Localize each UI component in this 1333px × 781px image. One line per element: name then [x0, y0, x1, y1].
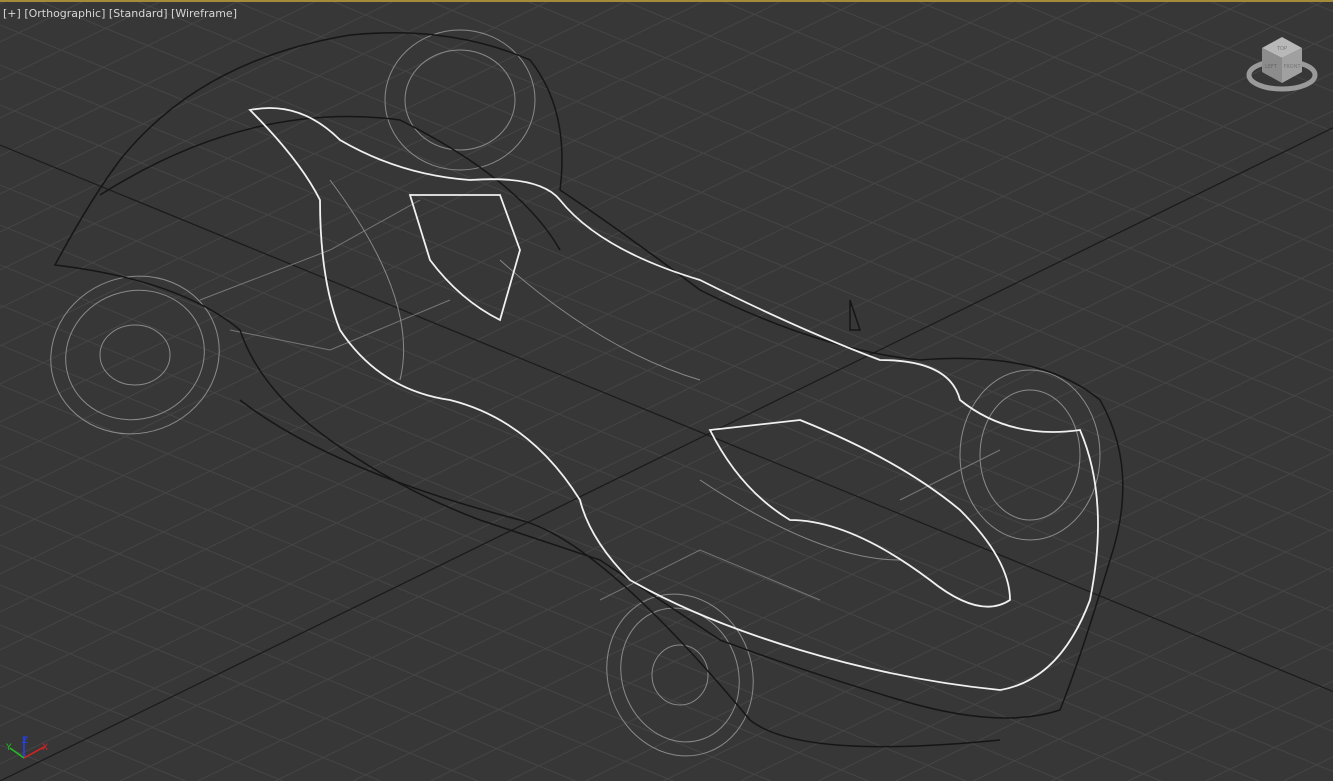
viewcube-front-label: FRONT	[1283, 64, 1301, 70]
car-wireframe-model[interactable]	[0, 0, 1333, 781]
viewport-display-mode-menu[interactable]: [Wireframe]	[171, 7, 237, 20]
viewcube-left-label: LEFT	[1265, 64, 1278, 70]
viewport-general-menu[interactable]: [+]	[3, 7, 21, 20]
front-left-wheel	[50, 275, 220, 435]
viewport-point-of-view-menu[interactable]: [Orthographic]	[24, 7, 105, 20]
viewport-label-menu: [+] [Orthographic] [Standard] [Wireframe…	[3, 7, 237, 20]
3d-viewport[interactable]: [+] [Orthographic] [Standard] [Wireframe…	[0, 0, 1333, 781]
selected-chassis-outline	[248, 107, 1099, 691]
car-body-outline	[53, 32, 1124, 748]
active-viewport-border	[0, 0, 1333, 2]
rear-right-wheel	[959, 369, 1101, 541]
rear-left-wheel	[606, 593, 754, 757]
front-right-wheel	[384, 29, 536, 171]
viewcube-top-label: TOP	[1276, 46, 1287, 52]
viewport-shading-preset-menu[interactable]: [Standard]	[109, 7, 168, 20]
